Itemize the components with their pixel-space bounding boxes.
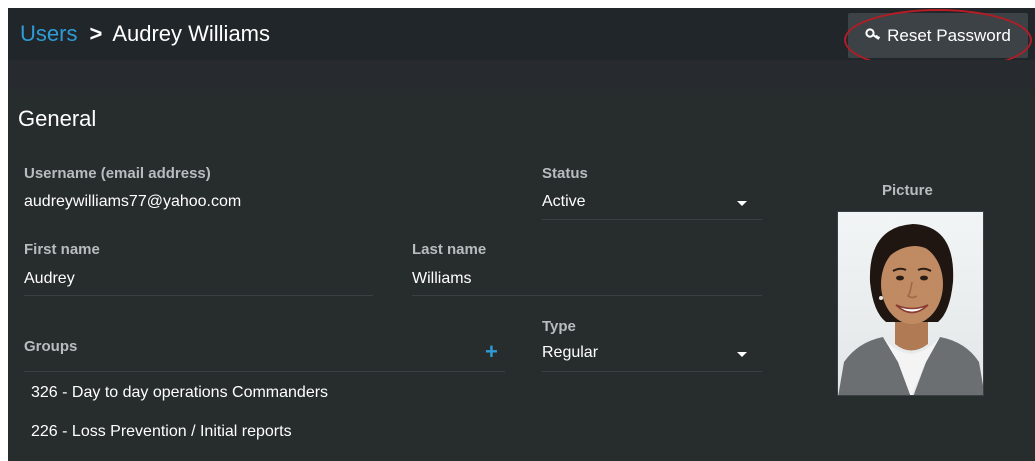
- header-divider-strip: [8, 60, 1035, 89]
- user-detail-panel: Users > Audrey Williams Reset Password Gen…: [8, 8, 1035, 461]
- section-title-general: General: [18, 106, 97, 131]
- reset-password-label: Reset Password: [887, 25, 1011, 45]
- add-group-plus-icon[interactable]: +: [485, 341, 498, 363]
- reset-password-button[interactable]: Reset Password: [848, 13, 1028, 58]
- last-name-label: Last name: [412, 241, 487, 258]
- group-list-item[interactable]: 326 - Day to day operations Commanders: [31, 384, 328, 402]
- status-select[interactable]: Active: [542, 193, 586, 211]
- first-name-underline: [24, 295, 373, 296]
- profile-picture[interactable]: [837, 211, 984, 396]
- status-label: Status: [542, 165, 588, 182]
- type-underline: [542, 371, 762, 372]
- key-icon: [865, 26, 881, 46]
- top-bar: Users > Audrey Williams Reset Password: [8, 8, 1035, 71]
- breadcrumb-users-link[interactable]: Users: [20, 21, 77, 46]
- picture-label: Picture: [882, 182, 933, 199]
- breadcrumb: Users > Audrey Williams: [20, 21, 270, 47]
- first-name-field[interactable]: Audrey: [24, 270, 75, 288]
- type-chevron-down-icon[interactable]: [737, 352, 747, 357]
- first-name-label: First name: [24, 241, 100, 258]
- group-list-item[interactable]: 226 - Loss Prevention / Initial reports: [31, 423, 292, 441]
- last-name-underline: [412, 295, 762, 296]
- username-field[interactable]: audreywilliams77@yahoo.com: [24, 193, 241, 211]
- last-name-field[interactable]: Williams: [412, 270, 472, 288]
- page-title: Audrey Williams: [112, 21, 271, 46]
- groups-label: Groups: [24, 338, 78, 355]
- breadcrumb-separator-icon: >: [89, 21, 103, 46]
- status-underline: [542, 219, 762, 220]
- groups-underline: [24, 371, 505, 372]
- status-chevron-down-icon[interactable]: [737, 201, 747, 206]
- user-portrait-photo: [838, 212, 983, 395]
- type-select[interactable]: Regular: [542, 344, 598, 362]
- username-label: Username (email address): [24, 165, 211, 182]
- type-label: Type: [542, 318, 576, 335]
